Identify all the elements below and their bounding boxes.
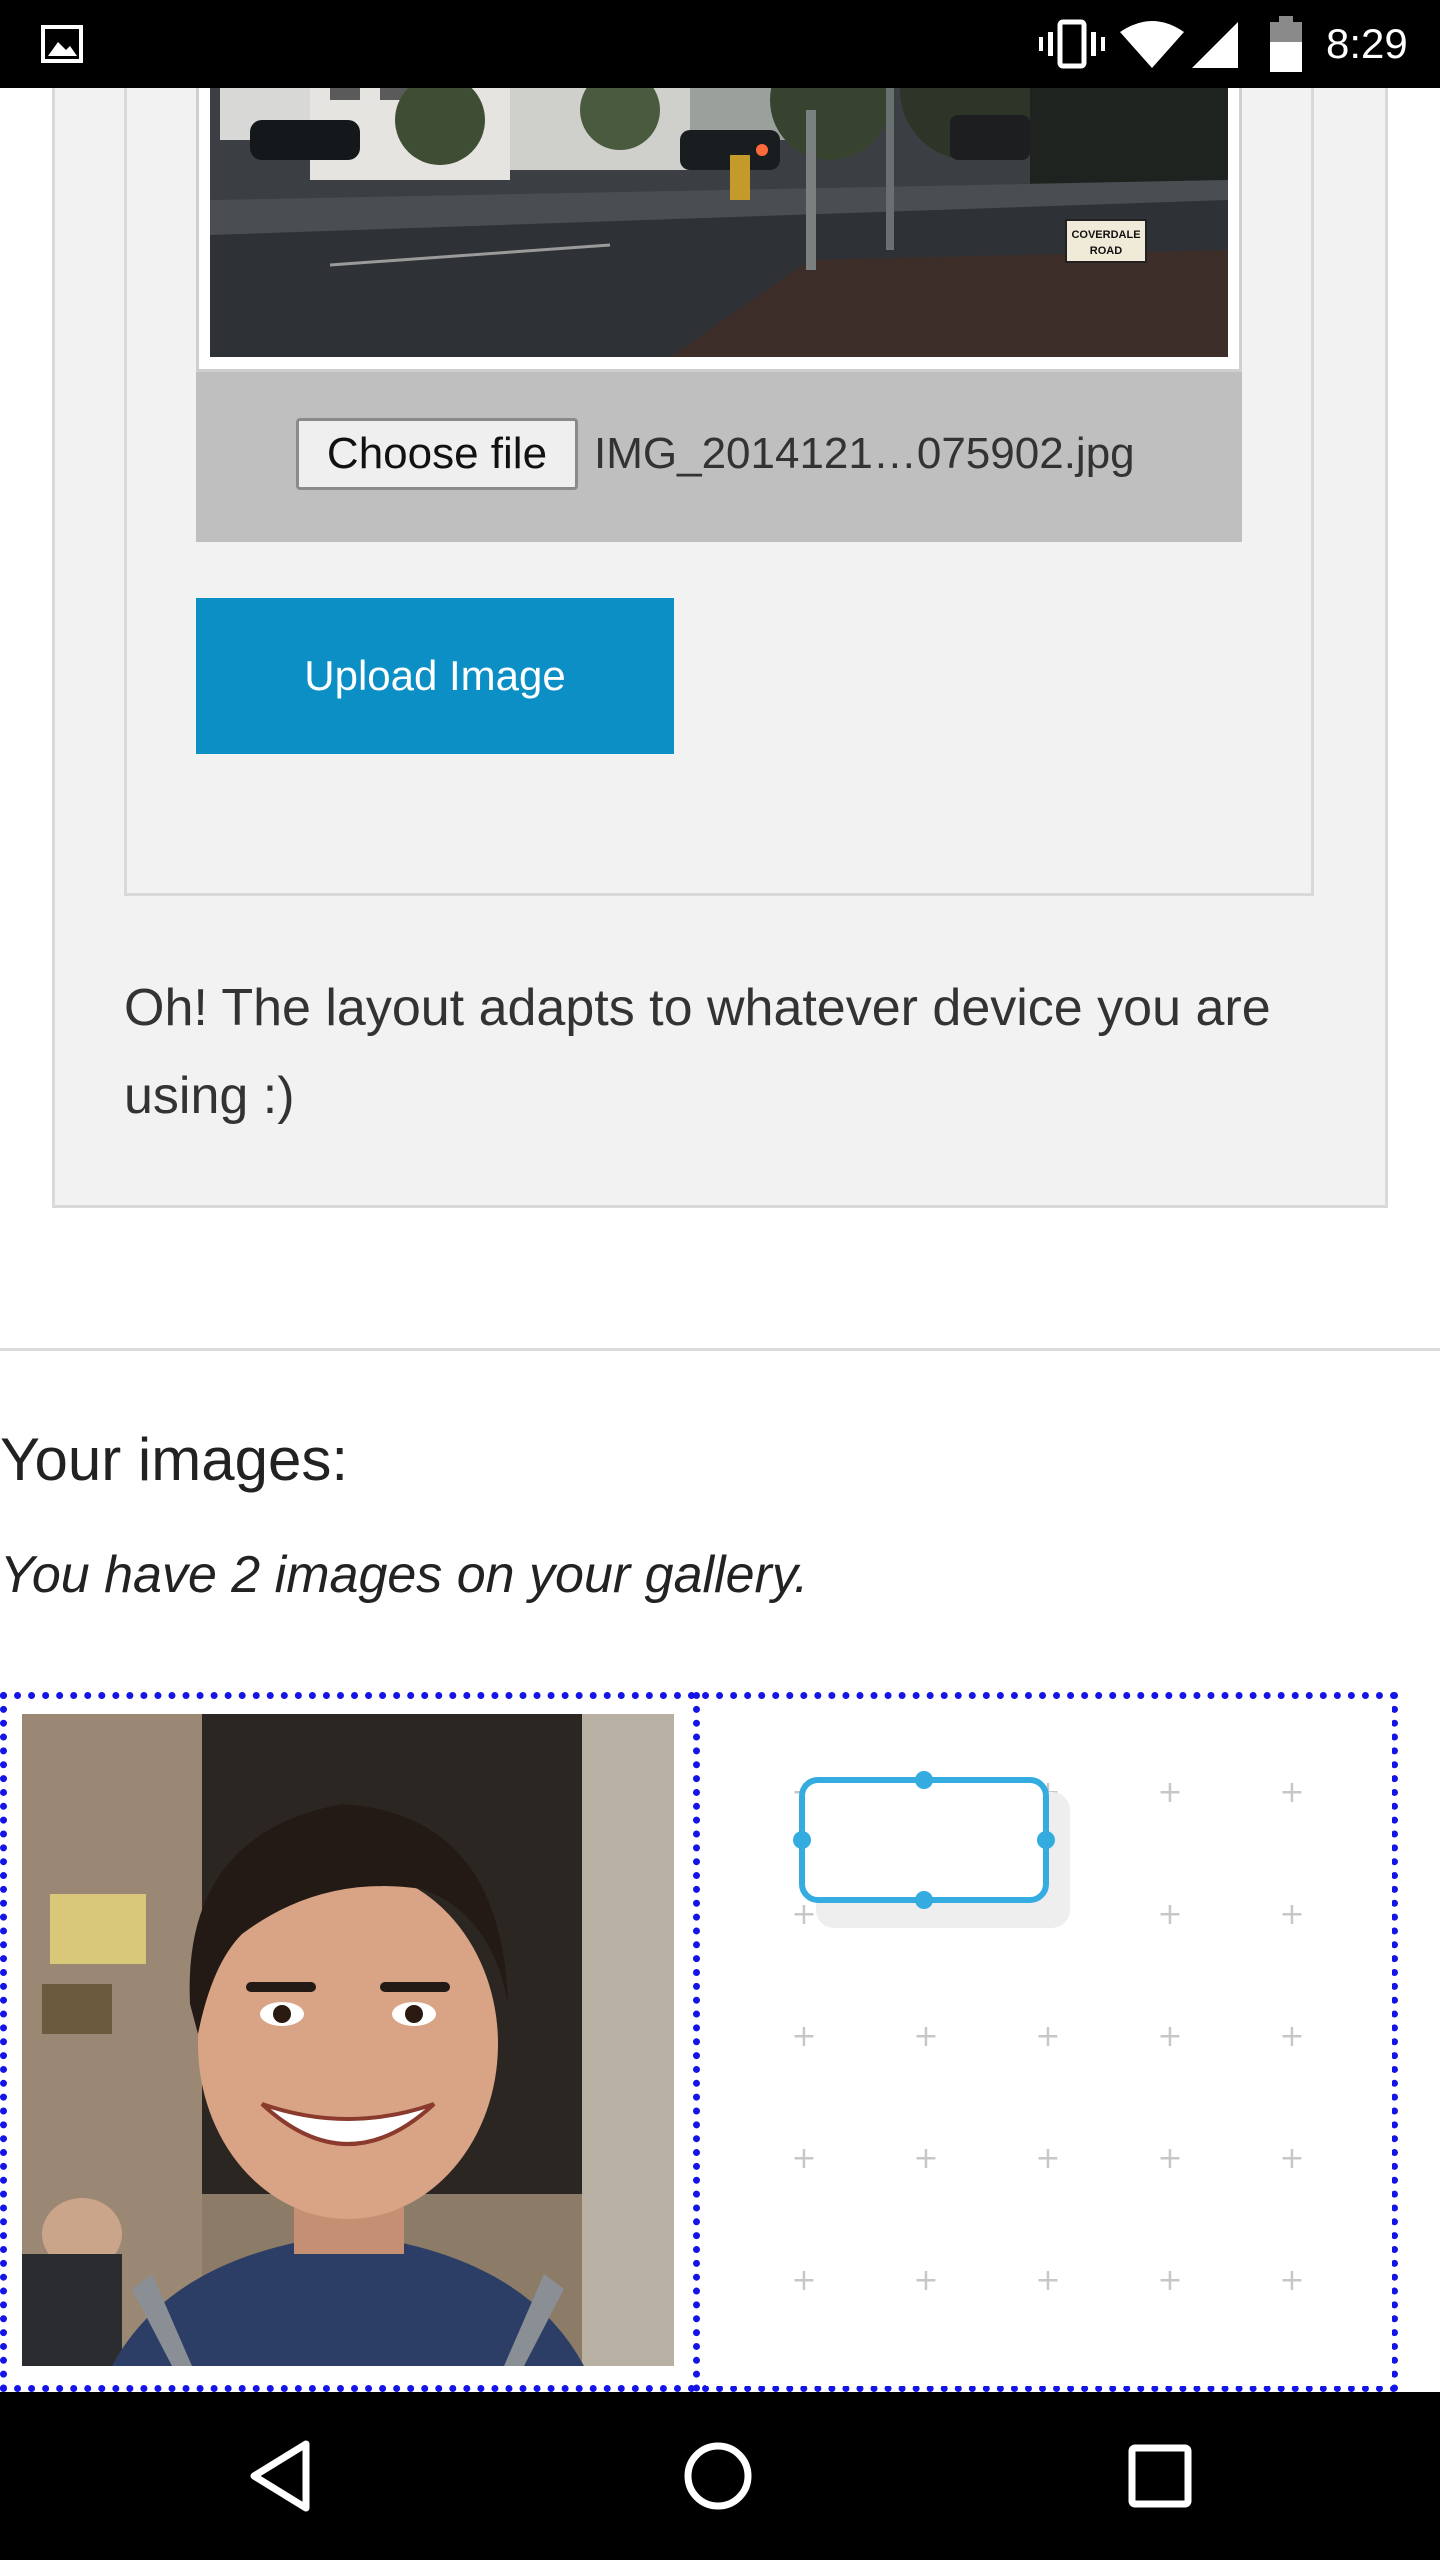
svg-text:+: + [791,2263,816,2298]
svg-text:+: + [1035,2263,1060,2298]
svg-text:+: + [1157,2019,1182,2054]
selected-file-name: IMG_2014121…075902.jpg [594,429,1135,478]
home-icon[interactable] [676,2434,760,2518]
status-bar: 8:29 [0,0,1440,88]
choose-file-button[interactable]: Choose file [296,418,578,490]
svg-text:+: + [913,2263,938,2298]
svg-text:+: + [1035,2019,1060,2054]
svg-text:+: + [791,2019,816,2054]
back-icon[interactable] [240,2434,324,2518]
svg-text:+: + [1279,2019,1304,2054]
svg-text:+: + [1279,1897,1304,1932]
gallery-icon [41,25,83,63]
svg-text:COVERDALE: COVERDALE [1071,229,1140,241]
clock: 8:29 [1326,20,1408,67]
recents-icon[interactable] [1120,2436,1200,2516]
svg-text:+: + [1035,2141,1060,2176]
navigation-bar [0,2392,1440,2560]
svg-text:+: + [1157,1775,1182,1810]
divider [0,1348,1440,1351]
svg-text:+: + [1157,2141,1182,2176]
svg-text:+: + [1157,1897,1182,1932]
screen: 8:29 COVERDALE ROAD Choose file IMG_2014… [0,0,1440,2560]
svg-text:+: + [913,2019,938,2054]
gallery-heading: Your images: [0,1426,348,1493]
preview-image: COVERDALE ROAD [210,60,1228,357]
upload-image-button[interactable]: Upload Image [196,598,674,754]
svg-text:+: + [913,2141,938,2176]
svg-text:+: + [1279,1775,1304,1810]
svg-text:+: + [1279,2263,1304,2298]
portrait-photo[interactable] [22,1714,674,2366]
diagram-icon[interactable]: +++++ +++++ +++++ +++++ +++++ [706,1700,1392,2386]
svg-text:ROAD: ROAD [1090,245,1122,257]
vibrate-icon [1039,19,1105,69]
battery-icon [1270,16,1302,72]
svg-text:+: + [791,2141,816,2176]
svg-text:+: + [1279,2141,1304,2176]
gallery-count: You have 2 images on your gallery. [0,1546,809,1604]
signal-icon [1192,22,1238,68]
layout-note: Oh! The layout adapts to whatever device… [124,979,1271,1125]
wifi-icon [1120,21,1184,68]
svg-text:+: + [1157,2263,1182,2298]
